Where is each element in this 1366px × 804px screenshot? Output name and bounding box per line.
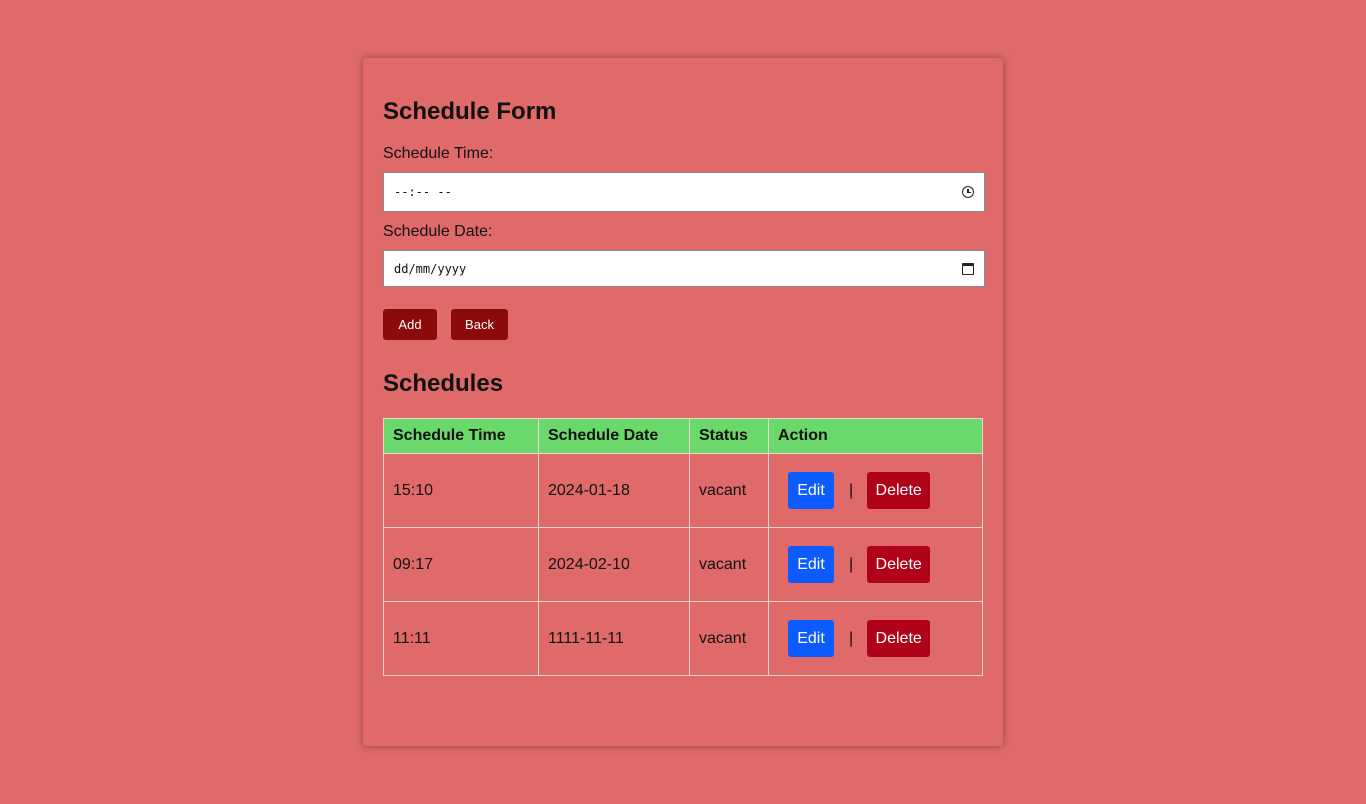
cell-time: 15:10 bbox=[383, 453, 539, 528]
cell-time: 11:11 bbox=[383, 601, 539, 676]
edit-button[interactable]: Edit bbox=[788, 472, 834, 509]
cell-action: Edit | Delete bbox=[768, 527, 983, 602]
action-separator: | bbox=[849, 555, 854, 573]
schedules-title: Schedules bbox=[383, 370, 504, 397]
schedules-table: Schedule Time Schedule Date Status Actio… bbox=[383, 418, 983, 676]
form-title: Schedule Form bbox=[383, 98, 557, 125]
column-header-status: Status bbox=[689, 418, 769, 454]
schedule-time-input[interactable]: --:-- -- bbox=[383, 172, 985, 212]
schedule-time-label: Schedule Time: bbox=[383, 145, 494, 162]
cell-status: vacant bbox=[689, 601, 769, 676]
column-header-date: Schedule Date bbox=[538, 418, 690, 454]
table-row: 15:10 2024-01-18 vacant Edit | Delete bbox=[383, 453, 983, 528]
back-button[interactable]: Back bbox=[451, 309, 508, 340]
schedule-time-placeholder: --:-- -- bbox=[394, 185, 452, 199]
action-separator: | bbox=[849, 481, 854, 499]
schedule-date-input[interactable]: dd/mm/yyyy bbox=[383, 250, 985, 287]
cell-status: vacant bbox=[689, 527, 769, 602]
column-header-action: Action bbox=[768, 418, 983, 454]
delete-button[interactable]: Delete bbox=[867, 472, 931, 509]
table-row: 09:17 2024-02-10 vacant Edit | Delete bbox=[383, 527, 983, 602]
column-header-time: Schedule Time bbox=[383, 418, 539, 454]
cell-action: Edit | Delete bbox=[768, 601, 983, 676]
cell-date: 2024-02-10 bbox=[538, 527, 690, 602]
clock-icon[interactable] bbox=[962, 186, 974, 198]
cell-action: Edit | Delete bbox=[768, 453, 983, 528]
action-separator: | bbox=[849, 629, 854, 647]
delete-button[interactable]: Delete bbox=[867, 546, 931, 583]
delete-button[interactable]: Delete bbox=[867, 620, 931, 657]
schedule-card: Schedule Form Schedule Time: --:-- -- Sc… bbox=[363, 58, 1003, 746]
cell-date: 2024-01-18 bbox=[538, 453, 690, 528]
add-button[interactable]: Add bbox=[383, 309, 437, 340]
cell-date: 1111-11-11 bbox=[538, 601, 690, 676]
schedule-date-placeholder: dd/mm/yyyy bbox=[394, 261, 467, 276]
cell-time: 09:17 bbox=[383, 527, 539, 602]
calendar-icon[interactable] bbox=[962, 262, 974, 275]
row-actions: Edit | Delete bbox=[778, 620, 973, 657]
row-actions: Edit | Delete bbox=[778, 546, 973, 583]
cell-status: vacant bbox=[689, 453, 769, 528]
row-actions: Edit | Delete bbox=[778, 472, 973, 509]
table-row: 11:11 1111-11-11 vacant Edit | Delete bbox=[383, 601, 983, 676]
edit-button[interactable]: Edit bbox=[788, 546, 834, 583]
edit-button[interactable]: Edit bbox=[788, 620, 834, 657]
table-header-row: Schedule Time Schedule Date Status Actio… bbox=[383, 418, 983, 454]
schedule-date-label: Schedule Date: bbox=[383, 223, 493, 240]
